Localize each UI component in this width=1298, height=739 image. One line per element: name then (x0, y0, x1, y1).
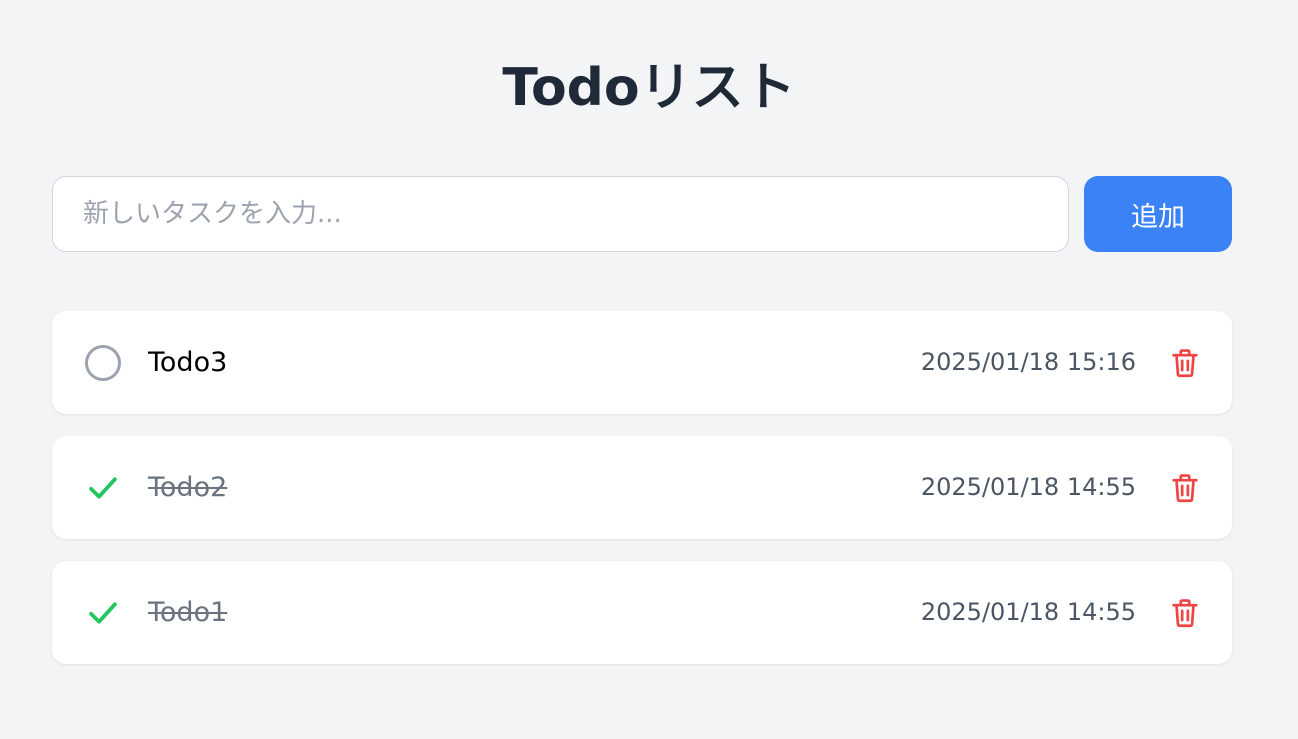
new-task-input[interactable] (52, 176, 1069, 252)
delete-button[interactable] (1168, 345, 1202, 381)
check-icon (89, 477, 117, 499)
todo-item: Todo1 2025/01/18 14:55 (52, 561, 1232, 664)
complete-toggle[interactable] (82, 467, 124, 509)
complete-toggle[interactable] (82, 342, 124, 384)
todo-item: Todo3 2025/01/18 15:16 (52, 311, 1232, 414)
todo-timestamp: 2025/01/18 14:55 (920, 473, 1136, 501)
complete-toggle[interactable] (82, 592, 124, 634)
trash-icon (1172, 474, 1198, 503)
todo-text: Todo3 (148, 347, 228, 378)
todo-list: Todo3 2025/01/18 15:16 Todo2 2025/01/18 … (52, 311, 1232, 686)
delete-button[interactable] (1168, 470, 1202, 506)
todo-text: Todo2 (148, 472, 228, 503)
add-button[interactable]: 追加 (1084, 176, 1232, 252)
trash-icon (1172, 349, 1198, 378)
todo-timestamp: 2025/01/18 14:55 (920, 598, 1136, 626)
trash-icon (1172, 599, 1198, 628)
delete-button[interactable] (1168, 595, 1202, 631)
circle-icon (85, 345, 121, 381)
add-task-form: 追加 (52, 176, 1232, 252)
todo-timestamp: 2025/01/18 15:16 (920, 348, 1136, 376)
todo-text: Todo1 (148, 597, 228, 628)
check-icon (89, 602, 117, 624)
page-title: Todoリスト (502, 58, 796, 118)
todo-item: Todo2 2025/01/18 14:55 (52, 436, 1232, 539)
